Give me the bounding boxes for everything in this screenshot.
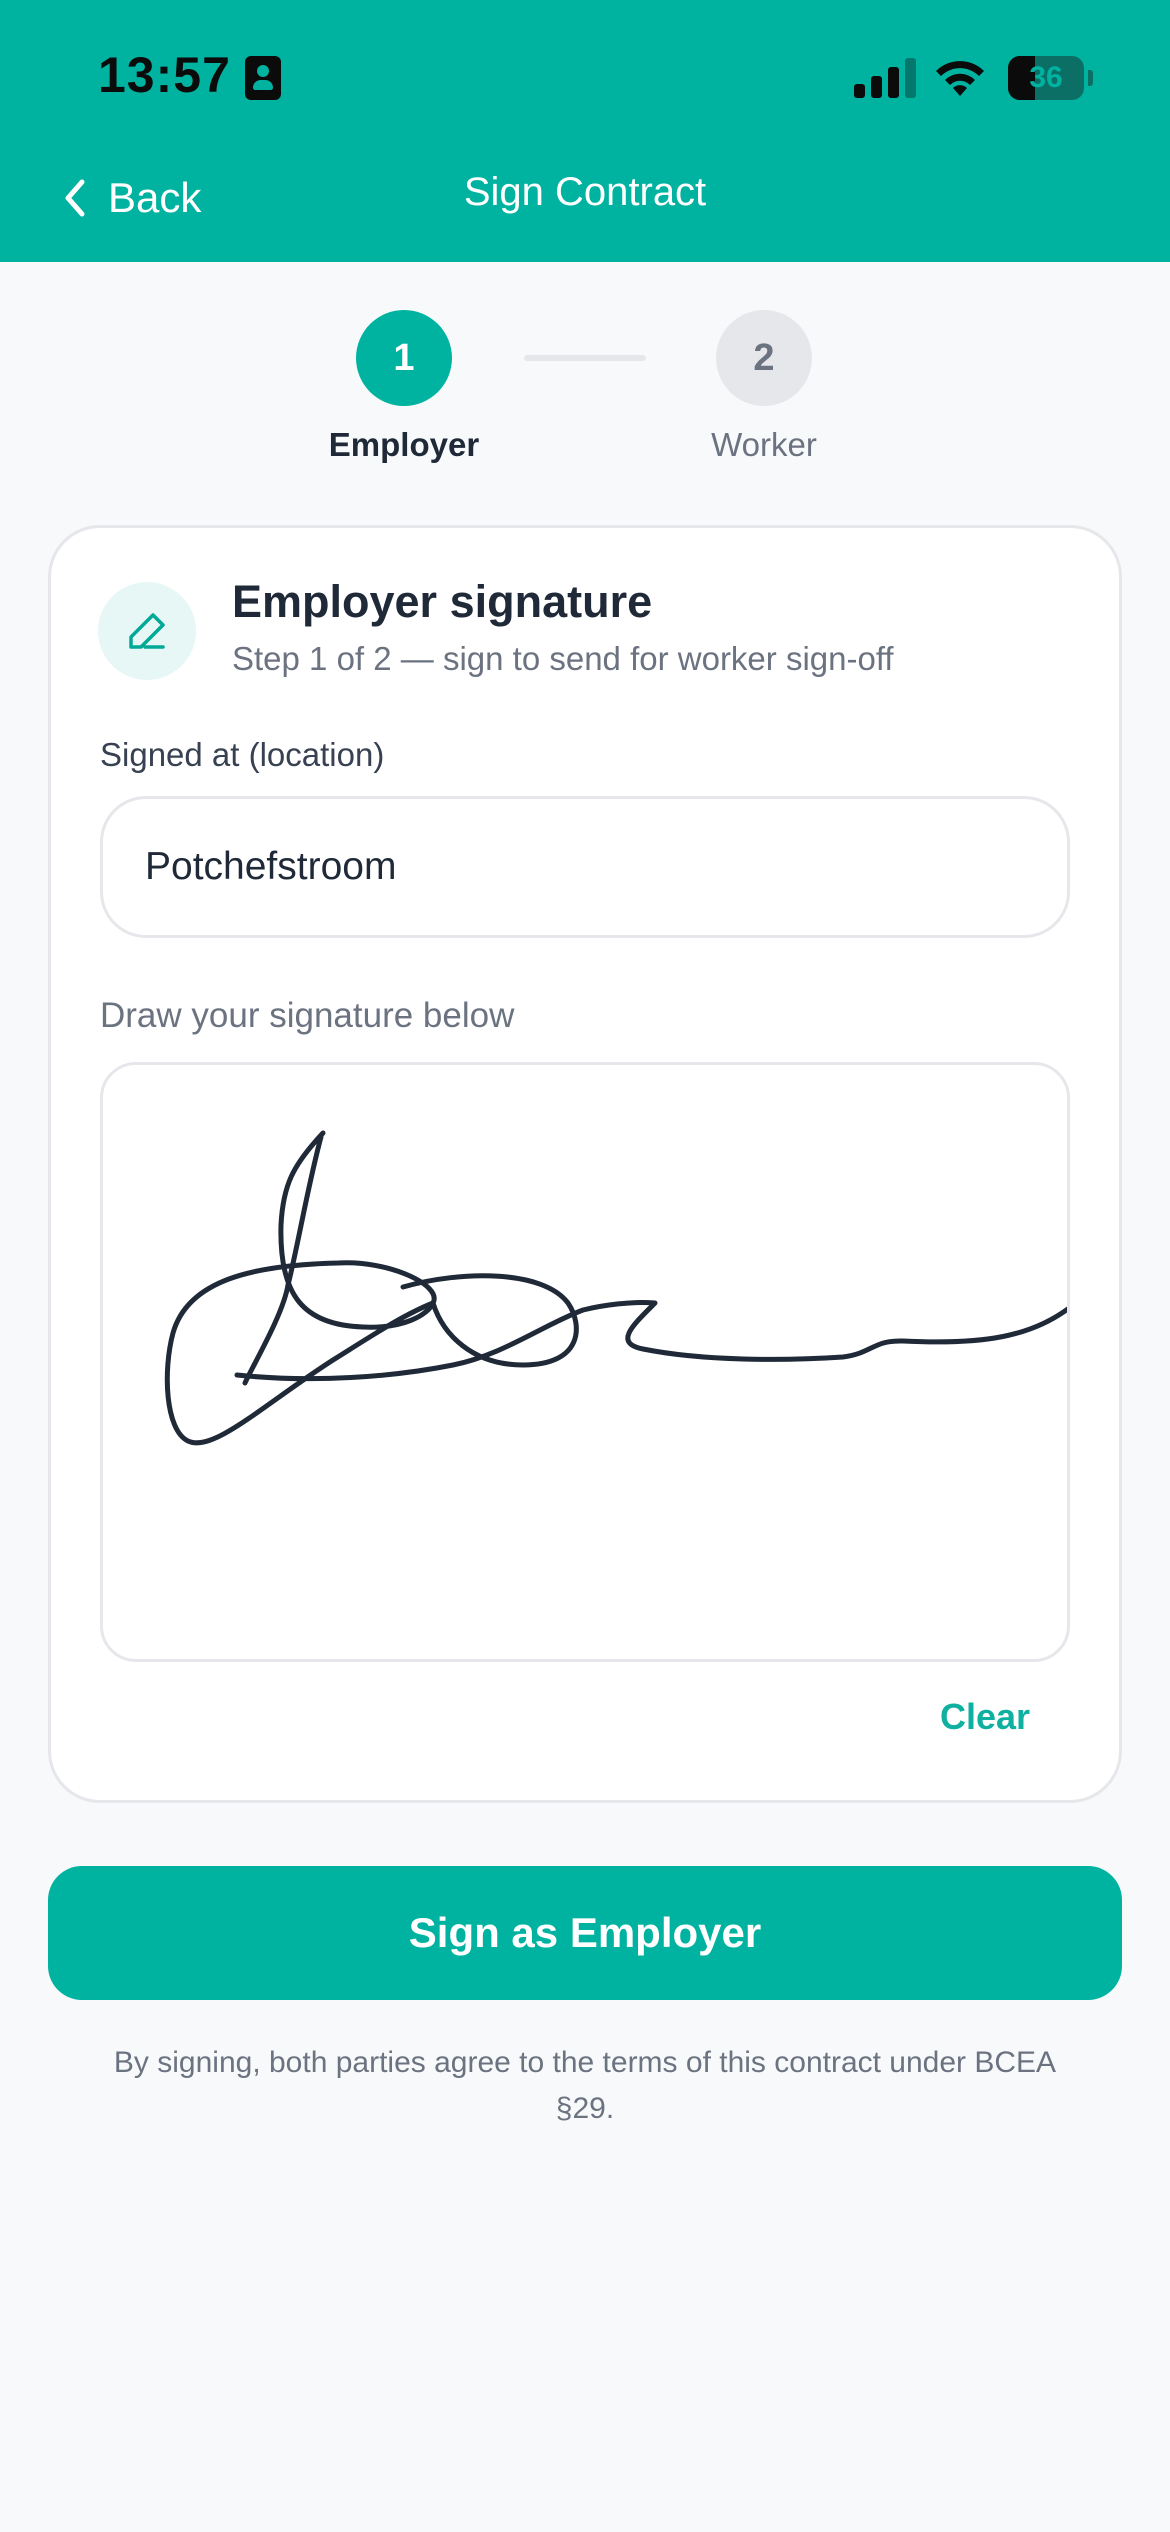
clear-signature-button[interactable]: Clear: [940, 1696, 1030, 1738]
signature-pad[interactable]: [100, 1062, 1070, 1662]
cellular-signal-icon: [854, 58, 916, 98]
app-header: 13:57 36 Back Sign Contract: [0, 0, 1170, 262]
battery-icon: 36: [1008, 56, 1093, 100]
sign-as-employer-button[interactable]: Sign as Employer: [48, 1866, 1122, 2000]
contact-card-icon: [245, 56, 281, 100]
status-time: 13:57: [98, 47, 231, 103]
wifi-icon: [936, 61, 984, 96]
step-1-label: Employer: [328, 426, 480, 463]
battery-percentage: 36: [1029, 61, 1063, 94]
signature-stroke: [164, 1130, 1067, 1446]
step-connector: [524, 355, 646, 361]
signature-label: Draw your signature below: [100, 996, 515, 1035]
location-label: Signed at (location): [100, 736, 385, 773]
location-input[interactable]: [100, 796, 1070, 938]
step-2-indicator: 2: [716, 310, 812, 406]
pen-icon: [98, 582, 196, 680]
card-subtitle: Step 1 of 2 — sign to send for worker si…: [232, 640, 894, 677]
step-1-indicator: 1: [356, 310, 452, 406]
legal-disclaimer: By signing, both parties agree to the te…: [113, 2046, 1057, 2125]
card-title: Employer signature: [232, 576, 653, 627]
page-title: Sign Contract: [463, 170, 707, 214]
step-2-label: Worker: [711, 426, 817, 463]
